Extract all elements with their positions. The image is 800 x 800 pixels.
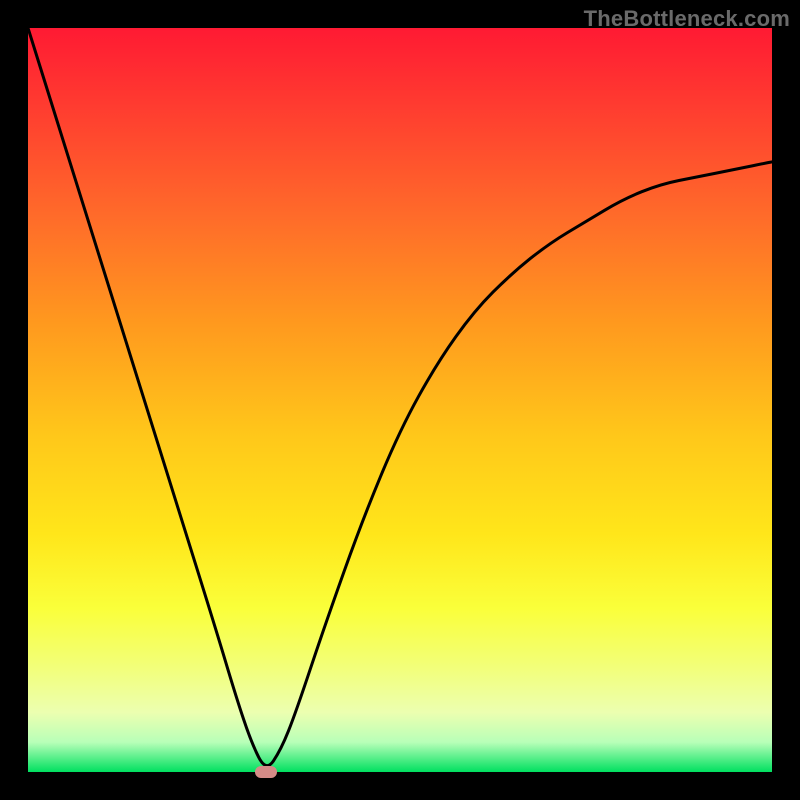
chart-container: TheBottleneck.com	[0, 0, 800, 800]
optimal-point-marker	[255, 766, 277, 778]
watermark-text: TheBottleneck.com	[584, 6, 790, 32]
plot-area	[28, 28, 772, 772]
